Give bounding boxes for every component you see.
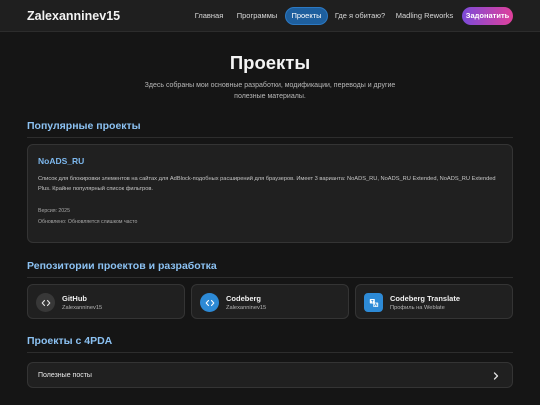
section-divider bbox=[27, 352, 513, 353]
section-divider bbox=[27, 137, 513, 138]
code-icon bbox=[36, 293, 55, 312]
page-title: Проекты bbox=[229, 52, 311, 73]
project-description: Список для блокировки элементов на сайта… bbox=[38, 176, 496, 192]
top-navbar: Zalexanninev15 Главная Программы Проекты… bbox=[0, 0, 540, 32]
useful-posts-label: Полезные посты bbox=[38, 372, 92, 379]
nav-projects[interactable]: Проекты bbox=[285, 7, 328, 25]
page-subtitle: Здесь собраны мои основные разработки, м… bbox=[144, 82, 396, 100]
translate-icon bbox=[364, 293, 383, 312]
useful-posts-item[interactable]: Полезные посты bbox=[27, 362, 513, 388]
project-updated: Обновлено: Обновляется слишком часто bbox=[38, 219, 138, 225]
repo-title: Codeberg Translate bbox=[390, 294, 461, 303]
nav-madling[interactable]: Madling Reworks bbox=[393, 7, 456, 25]
section-title-repos: Репозитории проектов и разработка bbox=[27, 260, 217, 272]
section-title-4pda: Проекты с 4PDA bbox=[27, 335, 113, 347]
repo-title: Codeberg bbox=[226, 294, 262, 303]
donate-button[interactable]: Задонатить bbox=[462, 7, 513, 25]
project-version: Версия: 2025 bbox=[38, 208, 70, 214]
main-nav: Главная Программы Проекты Где я обитаю? … bbox=[0, 7, 540, 25]
nav-programs[interactable]: Программы bbox=[232, 7, 282, 25]
repo-title: GitHub bbox=[62, 294, 87, 303]
repo-subtitle: Zalexanninev15 bbox=[226, 305, 267, 311]
nav-where[interactable]: Где я обитаю? bbox=[332, 7, 388, 25]
chevron-right-icon bbox=[493, 372, 499, 380]
project-title[interactable]: NoADS_RU bbox=[38, 156, 84, 166]
nav-home[interactable]: Главная bbox=[188, 7, 230, 25]
section-title-popular: Популярные проекты bbox=[27, 120, 141, 132]
repo-card-github[interactable]: GitHub Zalexanninev15 bbox=[27, 284, 185, 319]
project-card-noads[interactable]: NoADS_RU Список для блокировки элементов… bbox=[27, 144, 513, 243]
code-icon bbox=[200, 293, 219, 312]
section-divider bbox=[27, 277, 513, 278]
repo-subtitle: Профиль на Weblate bbox=[390, 305, 445, 311]
repo-card-translate[interactable]: Codeberg Translate Профиль на Weblate bbox=[355, 284, 513, 319]
repo-subtitle: Zalexanninev15 bbox=[62, 305, 103, 311]
repo-card-codeberg[interactable]: Codeberg Zalexanninev15 bbox=[191, 284, 349, 319]
